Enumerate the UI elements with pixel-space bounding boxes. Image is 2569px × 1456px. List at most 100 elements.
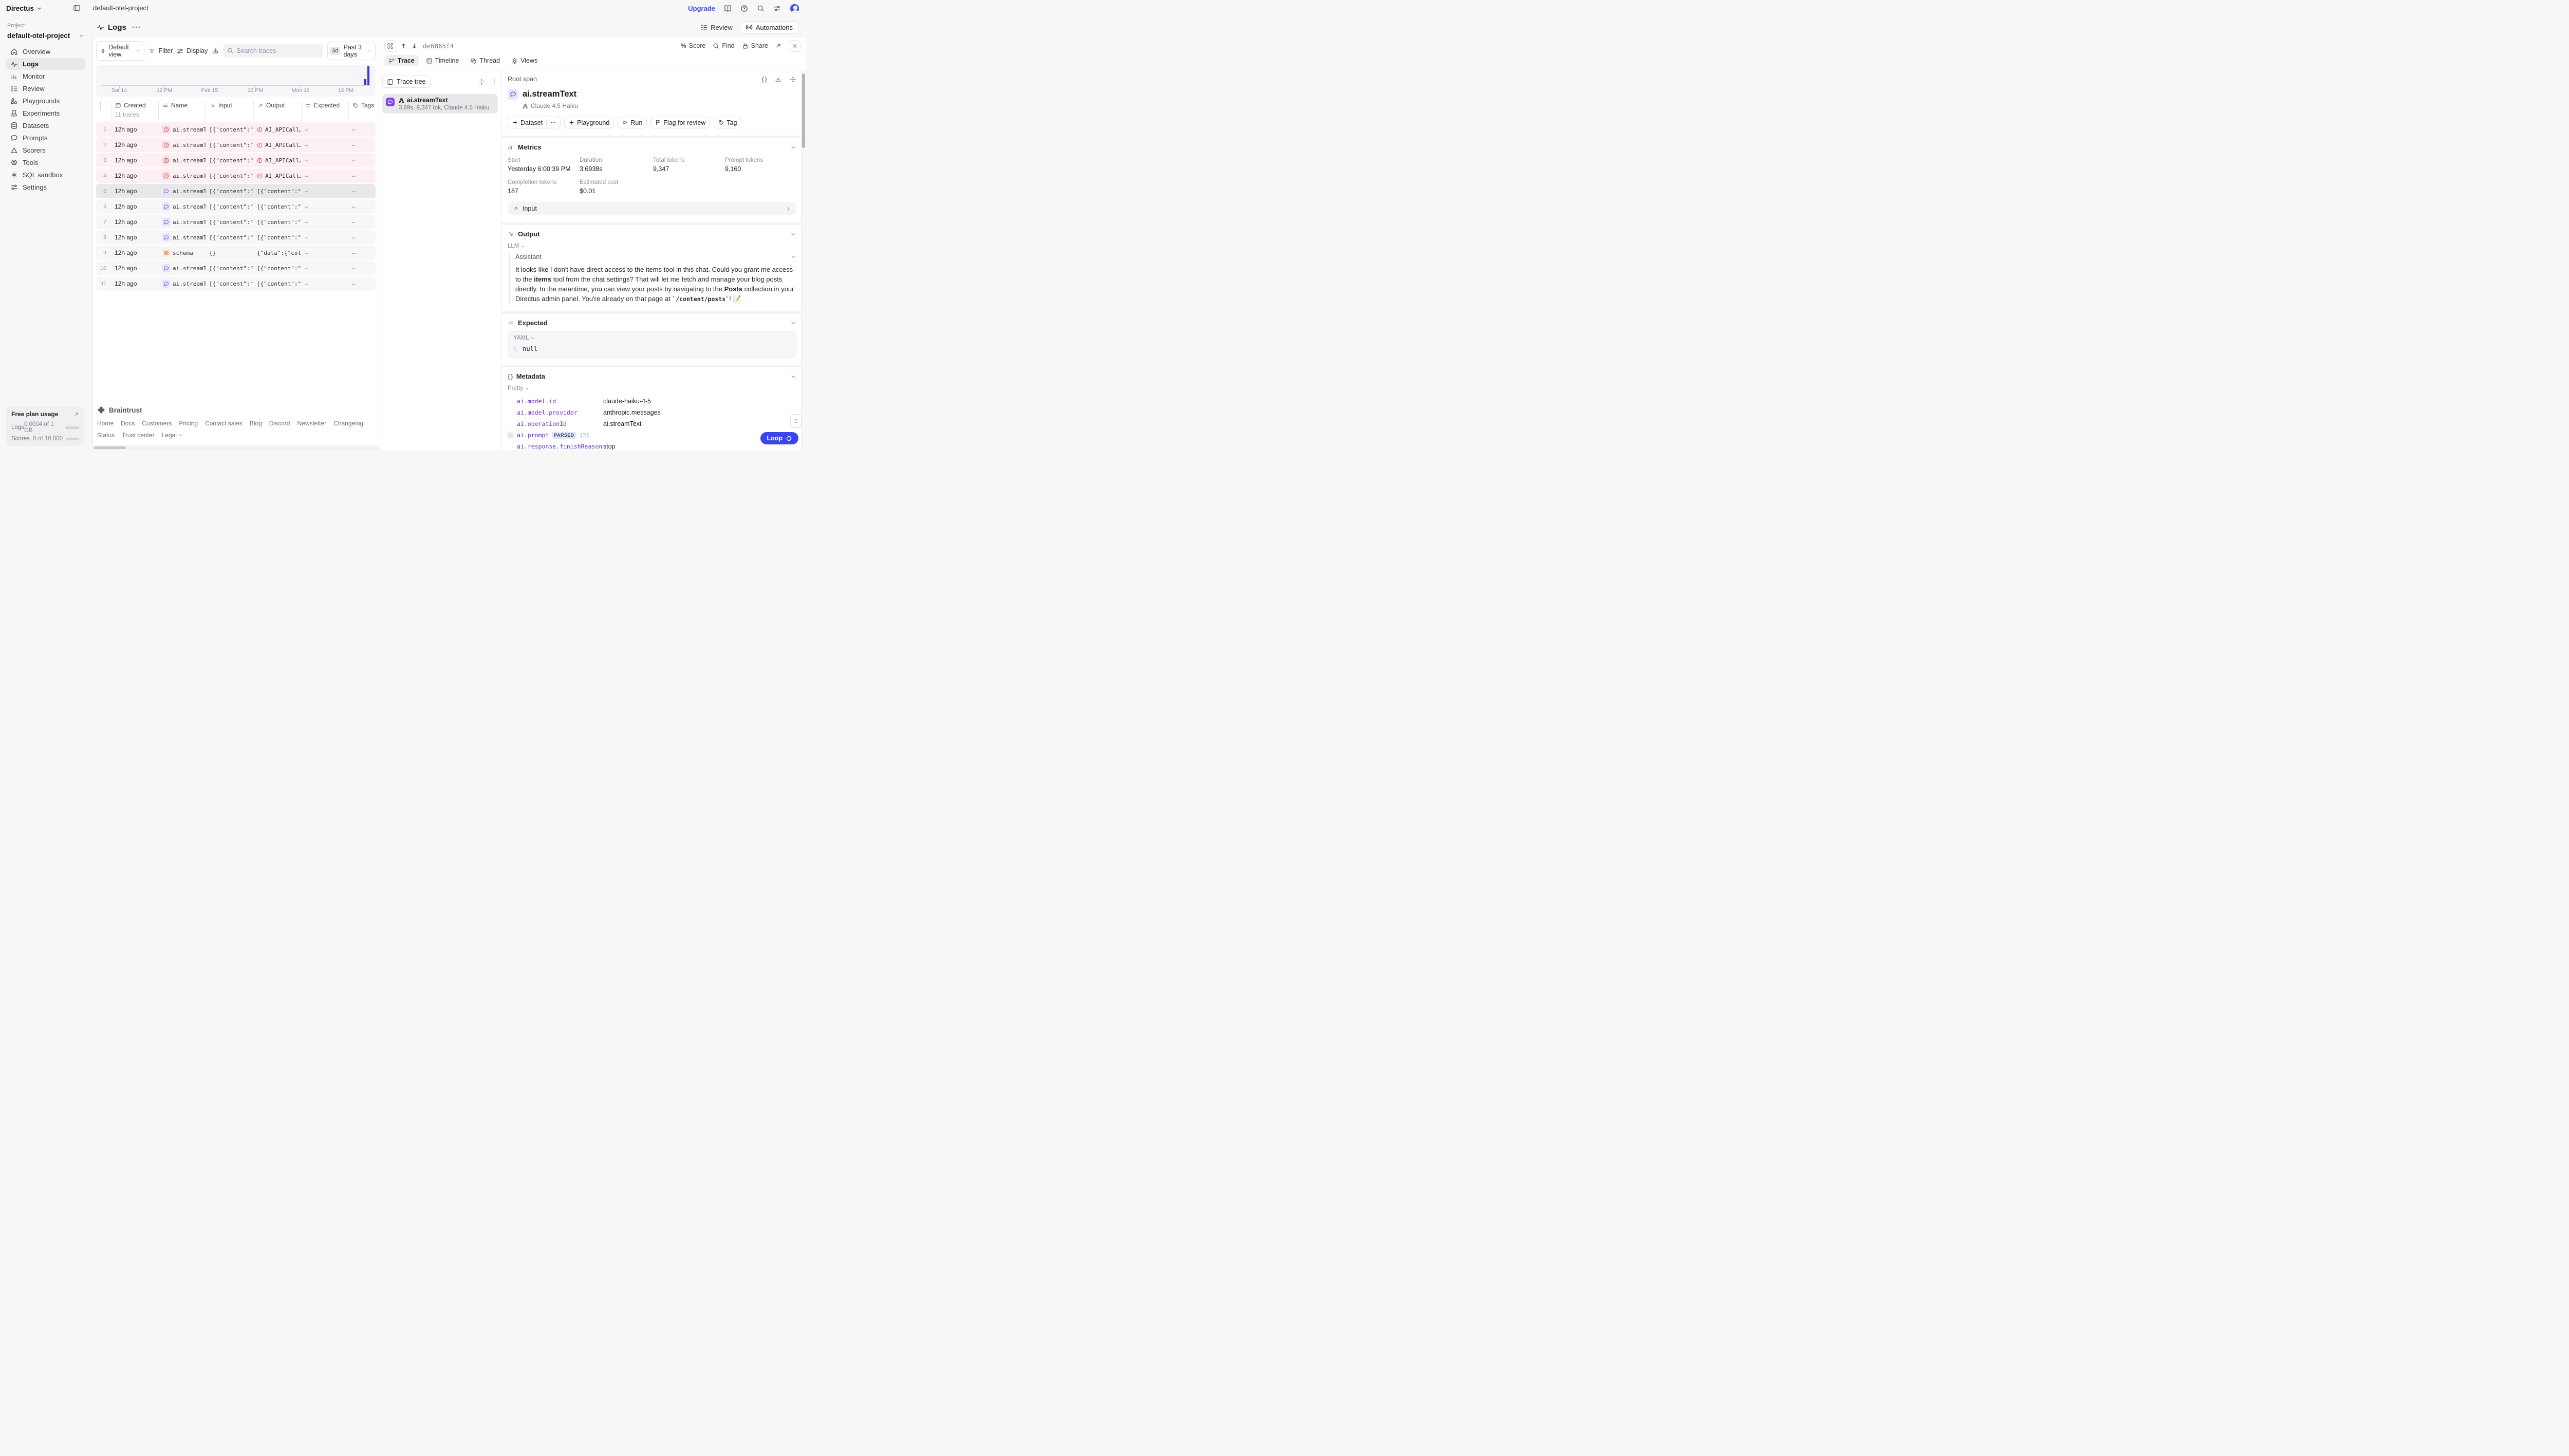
sidebar-toggle-button[interactable] xyxy=(73,4,81,12)
footer-link-status[interactable]: Status xyxy=(97,432,115,439)
add-to-dataset-button[interactable]: Dataset xyxy=(508,117,561,128)
avatar[interactable] xyxy=(790,4,799,13)
collapse-all-button[interactable] xyxy=(478,79,485,85)
footer-link-customers[interactable]: Customers xyxy=(142,420,172,427)
sidebar-item-tools[interactable]: Tools xyxy=(6,157,85,169)
table-row[interactable]: 11 12h ago ai.streamT… [{"content":" … [… xyxy=(96,276,376,291)
sidebar-item-playgrounds[interactable]: Playgrounds xyxy=(6,95,85,107)
metadata-mode-selector[interactable]: Pretty xyxy=(508,385,796,391)
footer-link-discord[interactable]: Discord xyxy=(269,420,290,427)
select-all-checkbox[interactable] xyxy=(100,101,101,109)
close-button[interactable] xyxy=(789,40,801,52)
org-switcher[interactable]: Directus xyxy=(6,5,42,12)
footer-link-legal[interactable]: Legal xyxy=(162,432,183,439)
share-button[interactable]: Share xyxy=(742,42,768,49)
table-row[interactable]: 7 12h ago ai.streamT… [{"content":" … [{… xyxy=(96,215,376,229)
preferences-button[interactable] xyxy=(773,5,781,12)
output-section-header[interactable]: Output xyxy=(508,225,796,242)
braintrust-brand[interactable]: Braintrust xyxy=(97,406,375,414)
table-row[interactable]: 1 12h ago ai.streamT… [{"content":" … AI… xyxy=(96,122,376,137)
tag-button[interactable]: Tag xyxy=(714,117,741,128)
table-row-selected[interactable]: 5 12h ago ai.streamT… [{"content":" … [{… xyxy=(96,184,376,198)
sidebar-item-scorers[interactable]: Scorers xyxy=(6,144,85,156)
find-button[interactable]: Find xyxy=(713,42,734,49)
column-input[interactable]: Input xyxy=(206,100,253,122)
footer-link-home[interactable]: Home xyxy=(97,420,114,427)
export-button[interactable] xyxy=(212,47,219,54)
upgrade-link[interactable]: Upgrade xyxy=(688,5,715,12)
next-trace-button[interactable] xyxy=(411,43,418,49)
usage-card[interactable]: Free plan usage Logs 0.0004 of 1 GB Scor… xyxy=(6,406,84,446)
trace-tree-view-button[interactable]: Trace tree xyxy=(382,76,431,88)
traces-timeline-chart[interactable]: Sat 14 12 PM Feb 15 12 PM Mon 16 12 PM xyxy=(96,65,376,97)
column-output[interactable]: Output xyxy=(253,100,301,122)
sidebar-item-overview[interactable]: Overview xyxy=(6,46,85,58)
column-created[interactable]: Created 11 traces xyxy=(111,100,158,122)
table-row[interactable]: 3 12h ago ai.streamT… [{"content":" … AI… xyxy=(96,153,376,167)
expand-row-button[interactable] xyxy=(507,432,514,439)
footer-link-changelog[interactable]: Changelog xyxy=(333,420,363,427)
footer-link-docs[interactable]: Docs xyxy=(121,420,135,427)
table-row[interactable]: 9 12h ago schema {} {"data":{"col… – – xyxy=(96,246,376,260)
collapse-sections-button[interactable] xyxy=(790,76,796,83)
date-range-selector[interactable]: 3d Past 3 days xyxy=(327,42,376,60)
input-section-collapsed[interactable]: Input xyxy=(508,202,796,215)
output-mode-selector[interactable]: LLM xyxy=(508,243,796,249)
table-row[interactable]: 8 12h ago ai.streamT… [{"content":" … [{… xyxy=(96,230,376,245)
docs-button[interactable] xyxy=(724,5,732,12)
column-name[interactable]: Name xyxy=(158,100,206,122)
search-button[interactable] xyxy=(757,5,765,12)
expected-editor[interactable]: YAML 1 null xyxy=(508,331,796,358)
sidebar-item-experiments[interactable]: Experiments xyxy=(6,107,85,119)
footer-link-pricing[interactable]: Pricing xyxy=(179,420,198,427)
tab-trace[interactable]: Trace xyxy=(384,55,419,66)
sidebar-item-datasets[interactable]: Datasets xyxy=(6,120,85,132)
open-in-new-button[interactable] xyxy=(775,43,781,49)
display-button[interactable]: Display xyxy=(177,47,208,54)
loop-button[interactable]: Loop xyxy=(760,432,798,444)
sidebar-item-settings[interactable]: Settings xyxy=(6,181,85,193)
footer-link-contact-sales[interactable]: Contact sales xyxy=(205,420,243,427)
outline-button[interactable] xyxy=(790,414,802,427)
sidebar-item-logs[interactable]: Logs xyxy=(6,58,85,70)
table-row[interactable]: 10 12h ago ai.streamT… [{"content":" … [… xyxy=(96,261,376,275)
metrics-section-header[interactable]: Metrics xyxy=(508,138,796,155)
expected-section-header[interactable]: Expected xyxy=(508,314,796,331)
tab-views[interactable]: Views xyxy=(507,55,542,66)
json-view-button[interactable]: { } xyxy=(761,76,767,83)
review-button[interactable]: Review xyxy=(700,24,733,31)
tree-menu-button[interactable] xyxy=(491,79,498,85)
run-button[interactable]: Run xyxy=(618,117,647,128)
project-switcher[interactable]: default-otel-project xyxy=(7,32,84,40)
download-span-button[interactable] xyxy=(775,76,781,83)
tab-timeline[interactable]: Timeline xyxy=(422,55,463,66)
sidebar-item-monitor[interactable]: Monitor xyxy=(6,70,85,82)
expected-format-selector[interactable]: YAML xyxy=(513,335,791,341)
collapse-message-button[interactable] xyxy=(790,254,796,260)
table-row[interactable]: 4 12h ago ai.streamT… [{"content":" … AI… xyxy=(96,169,376,183)
footer-link-blog[interactable]: Blog xyxy=(250,420,262,427)
filter-button[interactable]: Filter xyxy=(148,47,173,54)
sidebar-item-prompts[interactable]: Prompts xyxy=(6,132,85,144)
search-input[interactable] xyxy=(223,44,323,58)
tab-thread[interactable]: Thread xyxy=(466,55,504,66)
metadata-section-header[interactable]: { } Metadata xyxy=(508,367,796,384)
column-tags[interactable]: Tags xyxy=(348,100,376,122)
view-selector[interactable]: Default view xyxy=(96,41,144,61)
table-row[interactable]: 2 12h ago ai.streamT… [{"content":" … AI… xyxy=(96,138,376,152)
footer-link-newsletter[interactable]: Newsletter xyxy=(297,420,326,427)
help-button[interactable] xyxy=(740,5,748,12)
automations-button[interactable]: Automations xyxy=(740,21,798,34)
footer-link-trust-center[interactable]: Trust center xyxy=(122,432,155,439)
table-row[interactable]: 6 12h ago ai.streamT… [{"content":" … [{… xyxy=(96,199,376,214)
flag-for-review-button[interactable]: Flag for review xyxy=(650,117,710,128)
page-menu-button[interactable]: ··· xyxy=(132,23,141,32)
sidebar-item-sql-sandbox[interactable]: SQL sandbox xyxy=(6,169,85,181)
sidebar-item-review[interactable]: Review xyxy=(6,83,85,95)
column-expected[interactable]: Expected xyxy=(301,100,348,122)
add-to-playground-button[interactable]: Playground xyxy=(564,117,614,128)
trace-tree-item-selected[interactable]: ai.streamText 3.69s, 9,347 tok, Claude 4… xyxy=(382,94,498,114)
focus-span-button[interactable] xyxy=(384,40,396,52)
prev-trace-button[interactable] xyxy=(400,43,407,49)
vertical-scrollbar[interactable] xyxy=(801,70,806,450)
